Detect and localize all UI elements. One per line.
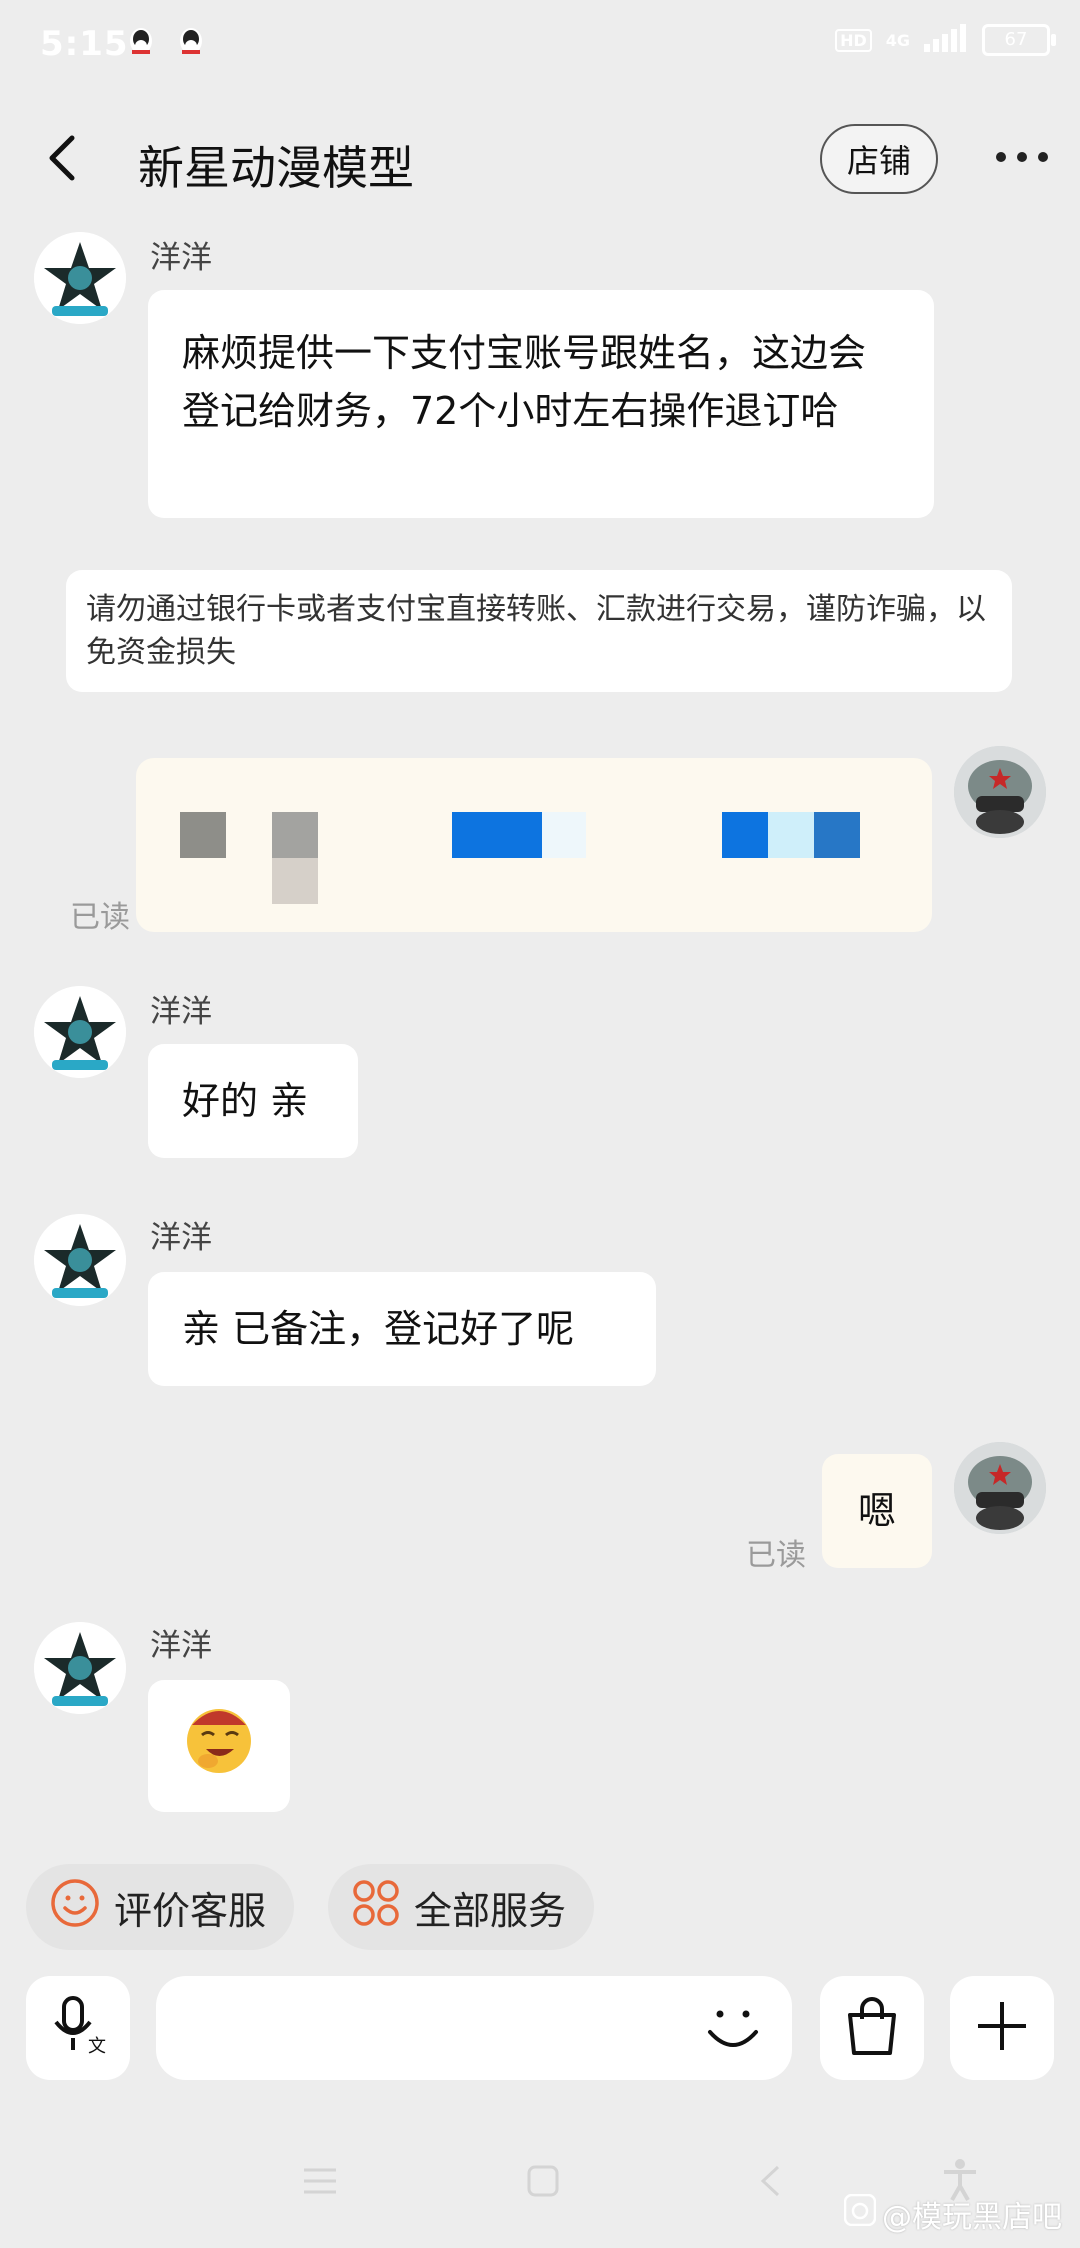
status-time: 5:15 (40, 24, 129, 64)
all-services-button[interactable]: 全部服务 (328, 1864, 595, 1950)
microphone-icon: 文 (48, 1994, 108, 2062)
rate-service-label: 评价客服 (114, 1888, 267, 1933)
menu-nav-icon[interactable] (302, 2166, 338, 2200)
home-nav-icon[interactable] (526, 2164, 560, 2202)
message-bubble: 好的 亲 (148, 1044, 358, 1158)
sender-name: 洋洋 (150, 240, 212, 276)
plus-icon (974, 1998, 1030, 2058)
rate-service-button[interactable]: 评价客服 (26, 1864, 295, 1950)
sender-name: 洋洋 (150, 1220, 212, 1256)
voice-input-button[interactable]: 文 (26, 1976, 130, 2080)
message-bubble: 亲 已备注，登记好了呢 (148, 1272, 656, 1386)
hd-badge: HD (835, 28, 872, 52)
smile-icon (50, 1878, 100, 1937)
watermark-text: @模玩黑店吧 (882, 2200, 1062, 2235)
sender-name: 洋洋 (150, 994, 212, 1030)
shop-avatar[interactable] (34, 232, 126, 324)
watermark: @模玩黑店吧 (843, 2192, 1062, 2236)
network-type: 4G (885, 30, 910, 50)
user-avatar[interactable] (954, 1442, 1046, 1534)
grid-icon (352, 1879, 400, 1936)
all-services-label: 全部服务 (414, 1888, 567, 1933)
qq-notification-icon (126, 26, 156, 60)
chat-title: 新星动漫模型 (138, 141, 414, 195)
qq-notification-icon (176, 26, 206, 60)
emoji-picker-icon[interactable] (702, 1996, 764, 2062)
svg-text:文: 文 (88, 2036, 106, 2057)
shop-avatar[interactable] (34, 1622, 126, 1714)
signal-icon (924, 24, 968, 56)
message-input[interactable] (156, 1976, 792, 2080)
shop-avatar[interactable] (34, 1214, 126, 1306)
shop-avatar[interactable] (34, 986, 126, 1078)
emoji-message (148, 1680, 290, 1812)
more-icon[interactable] (996, 152, 1048, 166)
read-receipt: 已读 (70, 900, 130, 935)
message-bubble: 麻烦提供一下支付宝账号跟姓名，这边会登记给财务，72个小时左右操作退订哈 (148, 290, 934, 518)
status-indicators: HD 4G 67 (835, 24, 1056, 56)
sender-name: 洋洋 (150, 1628, 212, 1664)
back-icon[interactable] (44, 134, 84, 182)
shop-button[interactable]: 店铺 (820, 124, 938, 194)
back-nav-icon[interactable] (758, 2164, 782, 2202)
emoji-icon (182, 1701, 256, 1791)
shopping-bag-icon (842, 1995, 902, 2061)
battery-icon: 67 (982, 24, 1056, 56)
product-button[interactable] (820, 1976, 924, 2080)
image-message[interactable] (136, 758, 932, 932)
read-receipt: 已读 (746, 1538, 806, 1573)
weibo-icon (843, 2193, 877, 2234)
message-bubble: 嗯 (822, 1454, 932, 1568)
more-actions-button[interactable] (950, 1976, 1054, 2080)
user-avatar[interactable] (954, 746, 1046, 838)
fraud-warning-notice: 请勿通过银行卡或者支付宝直接转账、汇款进行交易，谨防诈骗，以免资金损失 (66, 570, 1012, 692)
